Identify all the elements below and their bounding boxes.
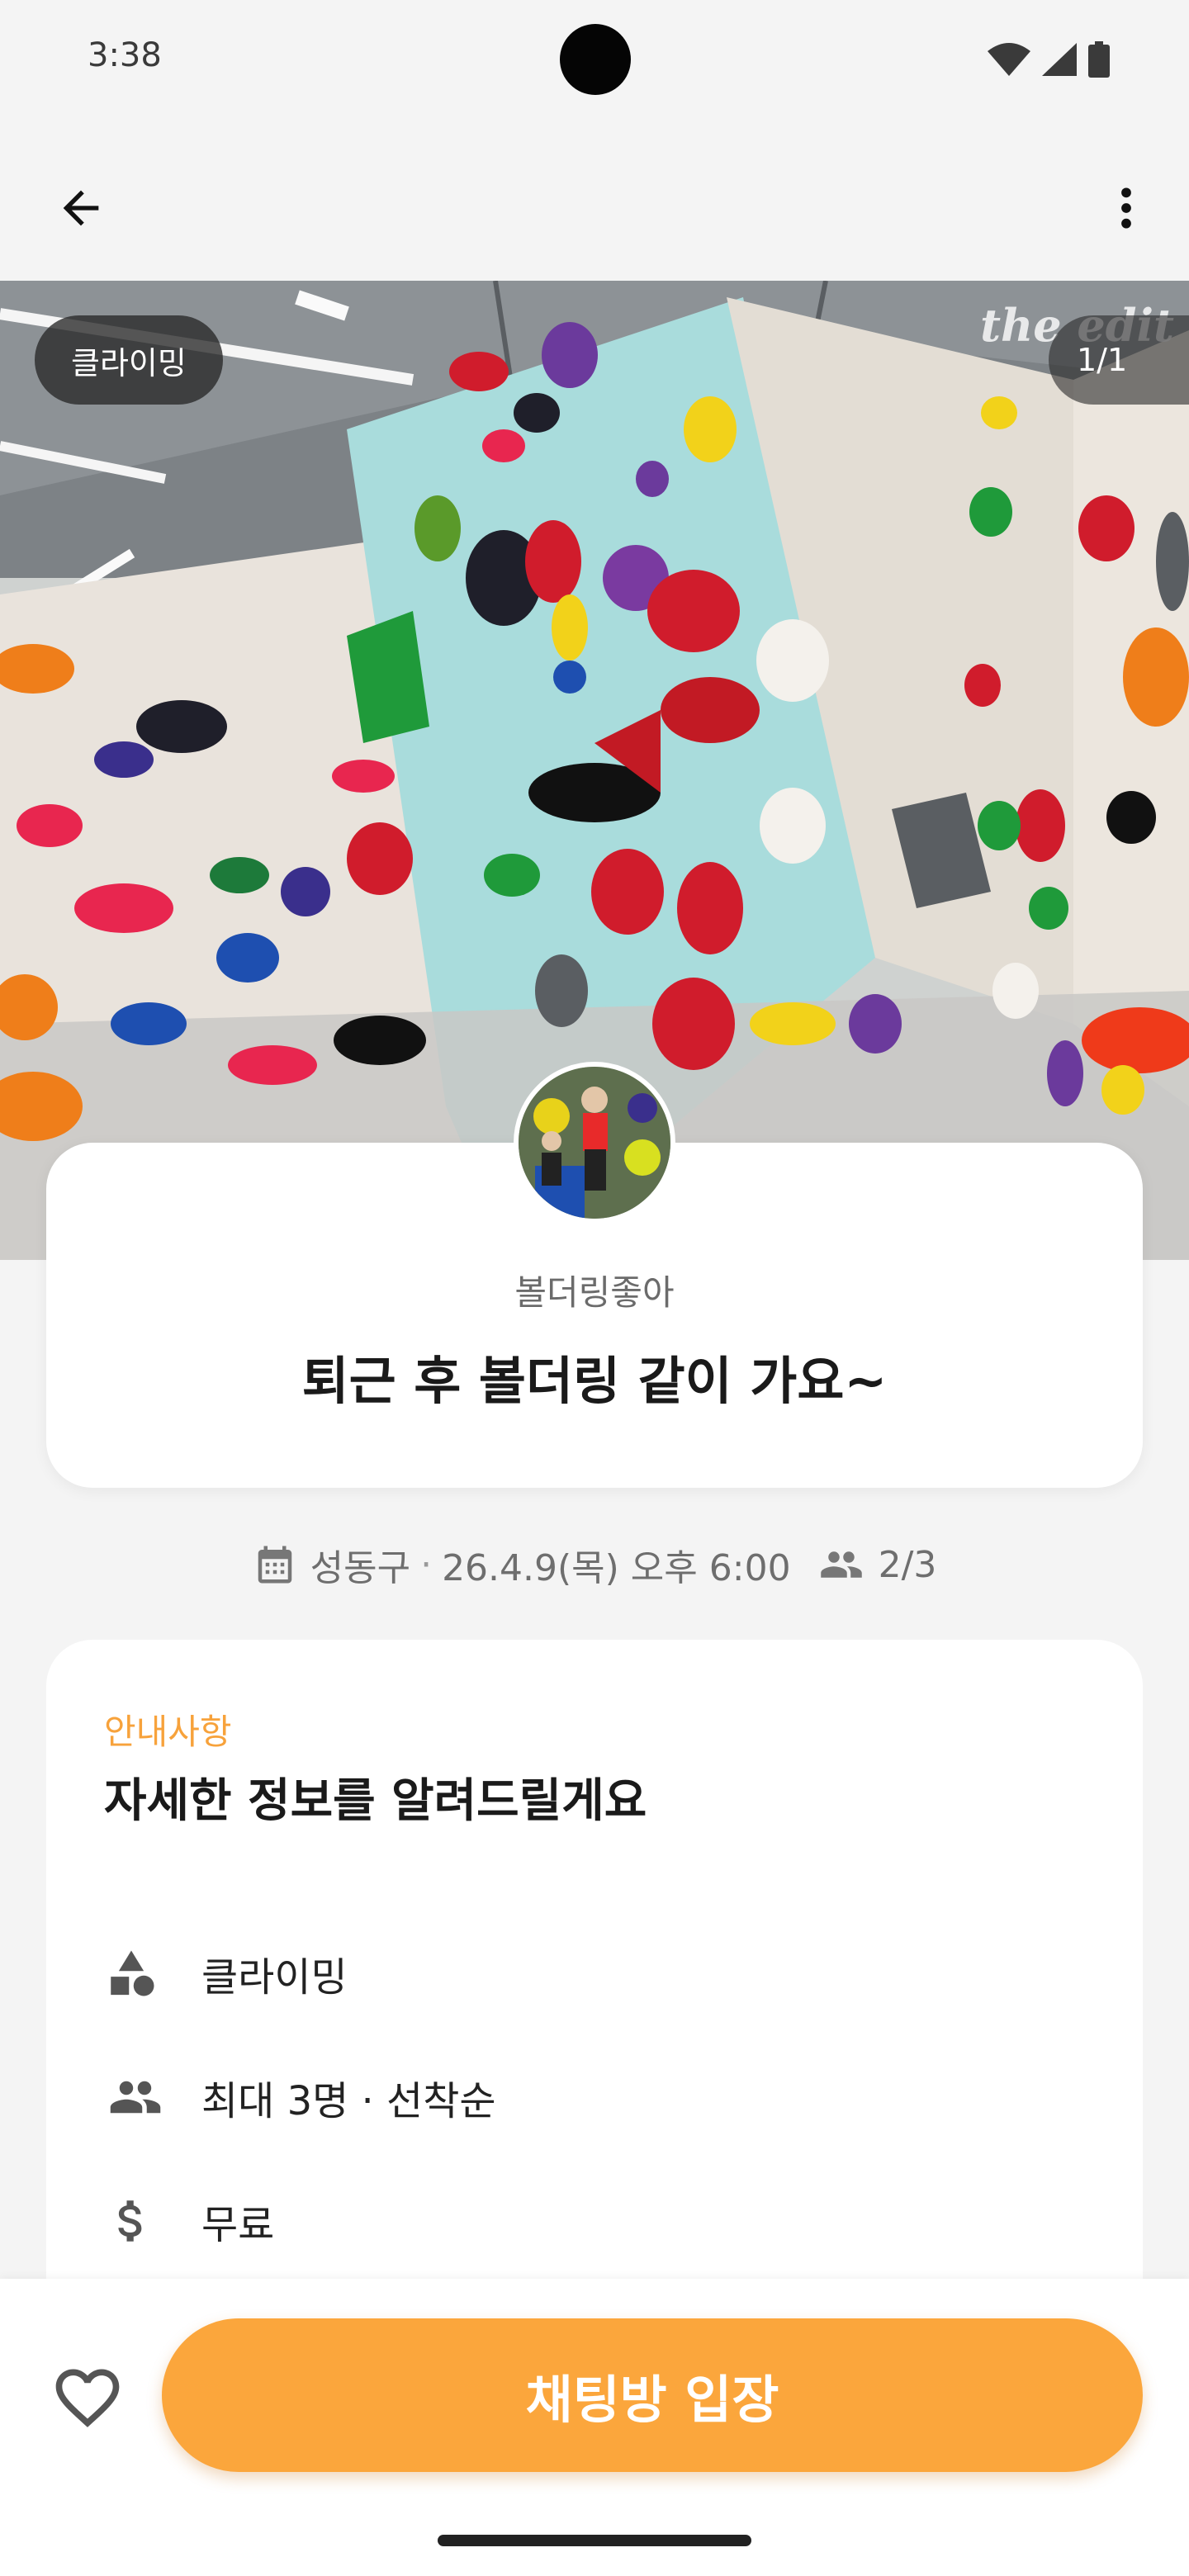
people-icon	[104, 2064, 173, 2130]
meta-participants: 2/3	[878, 1543, 937, 1586]
meta-separator: ·	[420, 1543, 433, 1586]
info-heading: 자세한 정보를 알려드릴게요	[104, 1774, 647, 1828]
battery-icon	[1088, 41, 1110, 78]
meta-line: 성동구 · 26.4.9(목) 오후 6:00 2/3	[0, 1536, 1189, 1593]
dollar-icon	[104, 2188, 173, 2254]
bottom-action-bar: 채팅방 입장	[0, 2279, 1189, 2576]
more-options-button[interactable]	[1093, 175, 1159, 241]
host-avatar[interactable]	[514, 1062, 675, 1224]
category-tag: 클라이밍	[35, 315, 223, 405]
category-icon	[104, 1940, 173, 2006]
image-counter: 1/1	[1049, 315, 1189, 405]
status-time: 3:38	[88, 36, 162, 74]
avatar-photo	[519, 1067, 670, 1219]
info-row-capacity: 최대 3명 · 선착순	[104, 2064, 496, 2130]
info-row-label: 최대 3명 · 선착순	[201, 2078, 496, 2124]
meta-location: 성동구	[310, 1547, 411, 1589]
calendar-icon	[258, 1546, 291, 1584]
signal-icon	[1042, 43, 1077, 76]
info-row-label: 무료	[201, 2202, 275, 2248]
status-icons	[988, 41, 1110, 78]
info-row-price: 무료	[104, 2188, 274, 2254]
people-icon	[820, 1551, 862, 1578]
enter-chatroom-button[interactable]: 채팅방 입장	[162, 2318, 1143, 2472]
heart-outline-icon	[55, 2369, 120, 2427]
status-bar: 3:38	[0, 0, 1189, 124]
info-row-category: 클라이밍	[104, 1940, 348, 2006]
info-card: 안내사항 자세한 정보를 알려드릴게요 클라이밍 최대 3명 · 선착순 무료	[46, 1640, 1143, 2383]
more-vert-icon	[1121, 187, 1131, 229]
arrow-left-icon	[63, 190, 99, 226]
camera-cutout	[560, 24, 631, 95]
screen: 3:38 the 클라이밍 1/1 볼더링좋아 퇴근 후 볼더링 같이 가요~ …	[0, 0, 1189, 2576]
info-kicker: 안내사항	[104, 1712, 232, 1752]
home-indicator[interactable]	[438, 2535, 751, 2546]
like-button[interactable]	[46, 2356, 129, 2439]
wifi-icon	[988, 43, 1030, 76]
app-bar	[0, 124, 1189, 281]
post-title: 퇴근 후 볼더링 같이 가요~	[301, 1351, 888, 1411]
meta-datetime: 26.4.9(목) 오후 6:00	[442, 1547, 791, 1589]
info-row-label: 클라이밍	[201, 1954, 348, 2001]
back-button[interactable]	[48, 175, 114, 241]
host-name: 볼더링좋아	[514, 1272, 675, 1313]
